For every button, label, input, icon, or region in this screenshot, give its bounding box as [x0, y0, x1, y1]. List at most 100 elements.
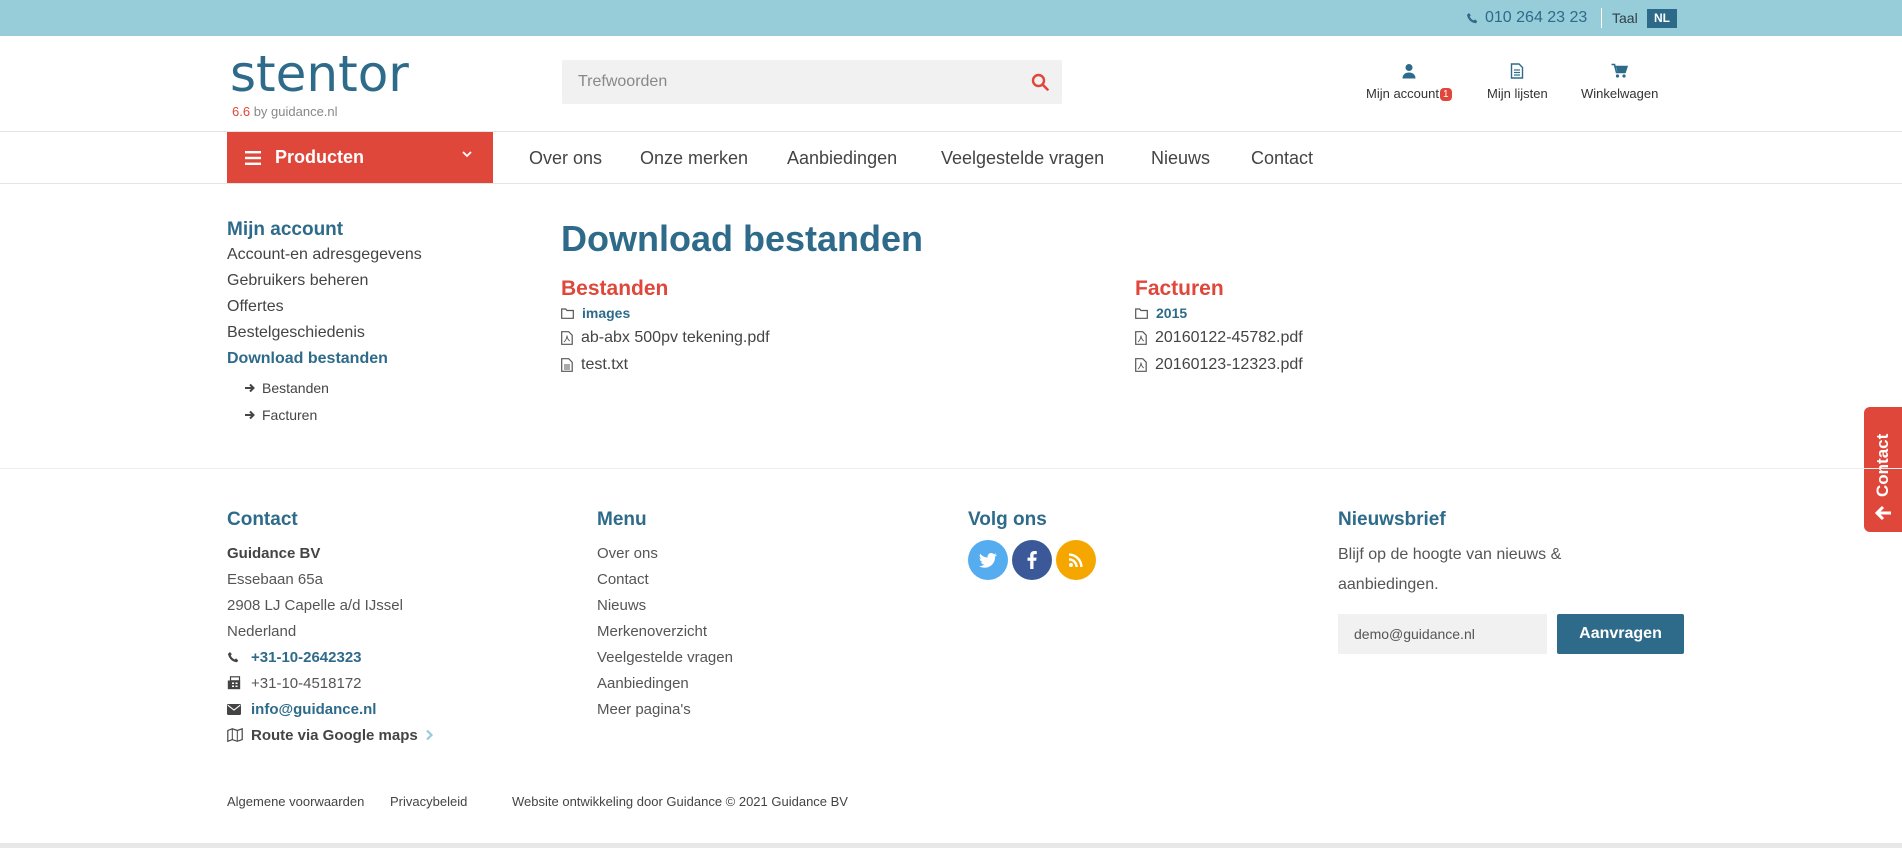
- phone-icon: [1466, 12, 1478, 23]
- social-links: [968, 540, 1096, 580]
- page-title: Download bestanden: [561, 218, 924, 259]
- pdf-file-icon: [1135, 357, 1147, 372]
- cart-icon: [1611, 63, 1629, 78]
- privacy-link[interactable]: Privacybeleid: [390, 794, 467, 809]
- sidebar-item-manage-users[interactable]: Gebruikers beheren: [227, 270, 422, 296]
- language-selector[interactable]: NL: [1647, 9, 1677, 28]
- footer-newsletter-heading: Nieuwsbrief: [1338, 509, 1446, 530]
- folder-icon: [561, 307, 574, 319]
- folder-item[interactable]: 2015: [1135, 302, 1303, 324]
- nav-item-over-ons[interactable]: Over ons: [529, 148, 602, 169]
- newsletter-email-input[interactable]: [1338, 614, 1547, 654]
- contact-tab-label: Contact: [1873, 433, 1892, 497]
- my-account-label: Mijn account: [1366, 86, 1439, 101]
- logo-subtitle: 6.6 by guidance.nl: [232, 104, 338, 119]
- footer-menu-item-veelgestelde-vragen[interactable]: Veelgestelde vragen: [597, 644, 733, 670]
- footer-follow-heading: Volg ons: [968, 509, 1047, 530]
- my-account-link[interactable]: Mijn account 1: [1366, 62, 1452, 101]
- facebook-icon: [1027, 551, 1037, 569]
- footer-fax: +31-10-4518172: [227, 670, 434, 696]
- search-input[interactable]: [562, 60, 1012, 104]
- sidebar-subitem-files-label: Bestanden: [262, 379, 329, 396]
- contact-side-tab[interactable]: Contact: [1864, 407, 1902, 532]
- footer-divider: [0, 468, 1902, 469]
- nav-item-veelgestelde-vragen[interactable]: Veelgestelde vragen: [941, 148, 1104, 169]
- footer-menu-item-contact[interactable]: Contact: [597, 566, 733, 592]
- footer-menu-heading: Menu: [597, 509, 647, 530]
- topbar-phone-text: 010 264 23 23: [1485, 9, 1588, 26]
- facebook-button[interactable]: [1012, 540, 1052, 580]
- top-bar: 010 264 23 23 Taal NL: [0, 0, 1902, 36]
- folder-icon: [1135, 307, 1148, 319]
- search-icon: [1031, 73, 1049, 91]
- search-bar: [562, 60, 1062, 104]
- footer-menu-item-meer-paginas[interactable]: Meer pagina's: [597, 696, 733, 722]
- products-menu-label: Producten: [275, 147, 365, 167]
- nav-item-nieuws[interactable]: Nieuws: [1151, 148, 1210, 169]
- files-section: Bestanden images ab-abx 500pv tekening.p…: [561, 277, 770, 378]
- folder-item[interactable]: images: [561, 302, 770, 324]
- logo-by: by guidance.nl: [250, 104, 338, 119]
- nav-item-aanbiedingen[interactable]: Aanbiedingen: [787, 148, 897, 169]
- footer-follow: Volg ons: [968, 509, 1096, 580]
- footer-contact: Contact Guidance BV Essebaan 65a 2908 LJ…: [227, 509, 434, 748]
- file-name: ab-abx 500pv tekening.pdf: [581, 328, 770, 346]
- topbar-phone-link[interactable]: 010 264 23 23: [1466, 9, 1587, 27]
- terms-link[interactable]: Algemene voorwaarden: [227, 794, 364, 809]
- footer-city: 2908 LJ Capelle a/d IJssel: [227, 596, 403, 614]
- credit-link[interactable]: Website ontwikkeling door Guidance © 202…: [512, 794, 848, 809]
- page-bottom-border: [0, 843, 1902, 848]
- sidebar-item-account-details[interactable]: Account-en adresgegevens: [227, 244, 422, 270]
- files-heading: Bestanden: [561, 277, 669, 300]
- sidebar-subitem-invoices-label: Facturen: [262, 406, 318, 423]
- sidebar-subitem-files[interactable]: Bestanden: [227, 374, 422, 401]
- rss-button[interactable]: [1056, 540, 1096, 580]
- file-item[interactable]: 20160122-45782.pdf: [1135, 324, 1303, 351]
- folder-name: images: [582, 305, 631, 321]
- twitter-button[interactable]: [968, 540, 1008, 580]
- footer-menu-item-over-ons[interactable]: Over ons: [597, 540, 733, 566]
- arrow-right-icon: [245, 410, 255, 419]
- footer-menu: Menu Over ons Contact Nieuws Merkenoverz…: [597, 509, 733, 722]
- footer-menu-item-nieuws[interactable]: Nieuws: [597, 592, 733, 618]
- site-header: stentor 6.6 by guidance.nl Mijn account1…: [0, 36, 1902, 132]
- footer-menu-item-merkenoverzicht[interactable]: Merkenoverzicht: [597, 618, 733, 644]
- sidebar-item-download-files[interactable]: Download bestanden: [227, 348, 422, 374]
- logo-version: 6.6: [232, 104, 251, 119]
- file-item[interactable]: ab-abx 500pv tekening.pdf: [561, 324, 770, 351]
- footer-street: Essebaan 65a: [227, 570, 323, 588]
- user-icon: [1402, 64, 1416, 79]
- products-menu-button[interactable]: Producten: [227, 132, 493, 183]
- newsletter-submit-button[interactable]: Aanvragen: [1557, 614, 1684, 654]
- footer-company: Guidance BV: [227, 544, 321, 562]
- logo-wordmark: stentor: [230, 45, 409, 103]
- footer-phone-link[interactable]: +31-10-2642323: [227, 644, 434, 670]
- menu-icon: [245, 150, 261, 165]
- file-item[interactable]: 20160123-12323.pdf: [1135, 351, 1303, 378]
- footer-country: Nederland: [227, 622, 297, 640]
- newsletter-description: Blijf op de hoogte van nieuws & aanbiedi…: [1338, 546, 1562, 593]
- footer-route-link[interactable]: Route via Google maps: [227, 722, 434, 748]
- sidebar-item-quotes[interactable]: Offertes: [227, 296, 422, 322]
- footer-menu-item-aanbiedingen[interactable]: Aanbiedingen: [597, 670, 733, 696]
- folder-name: 2015: [1156, 305, 1188, 321]
- file-name: test.txt: [581, 355, 629, 373]
- search-button[interactable]: [1018, 60, 1062, 104]
- cart-link[interactable]: Winkelwagen: [1581, 62, 1658, 101]
- my-lists-link[interactable]: Mijn lijsten: [1487, 62, 1548, 101]
- sidebar-title[interactable]: Mijn account: [227, 219, 422, 241]
- sidebar-item-order-history[interactable]: Bestelgeschiedenis: [227, 322, 422, 348]
- chevron-down-icon: [462, 151, 472, 158]
- sidebar-subitem-invoices[interactable]: Facturen: [227, 401, 422, 428]
- my-lists-label: Mijn lijsten: [1487, 86, 1548, 101]
- footer-phone: +31-10-2642323: [251, 648, 362, 666]
- file-name: 20160122-45782.pdf: [1155, 328, 1303, 346]
- footer-email-link[interactable]: info@guidance.nl: [227, 696, 434, 722]
- pdf-file-icon: [561, 330, 573, 345]
- text-file-icon: [561, 357, 573, 372]
- nav-item-onze-merken[interactable]: Onze merken: [640, 148, 748, 169]
- site-logo[interactable]: stentor 6.6 by guidance.nl: [230, 45, 409, 119]
- twitter-icon: [979, 552, 997, 568]
- nav-item-contact[interactable]: Contact: [1251, 148, 1313, 169]
- file-item[interactable]: test.txt: [561, 351, 770, 378]
